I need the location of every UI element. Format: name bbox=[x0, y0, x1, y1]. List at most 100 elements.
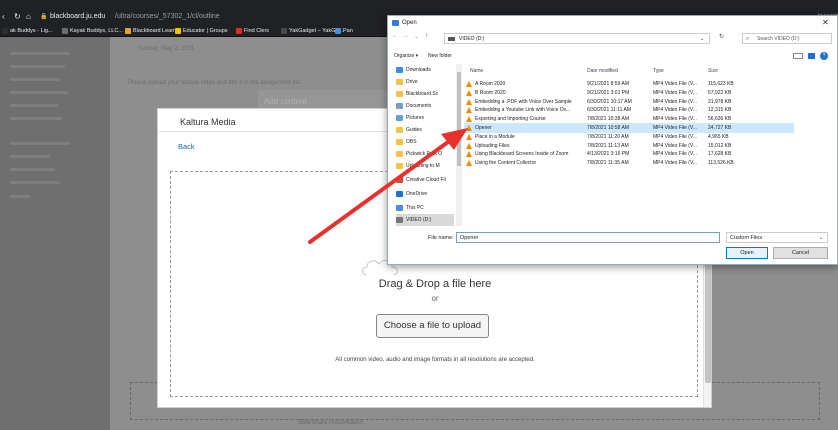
drop-title: Drag & Drop a file here bbox=[378, 278, 492, 290]
path-breadcrumb[interactable]: VIDEO (D:) ⌄ bbox=[444, 33, 710, 44]
column-header-size[interactable]: Size bbox=[708, 68, 718, 74]
search-input[interactable]: ⌕ Search VIDEO (D:) bbox=[742, 33, 832, 44]
folder-icon bbox=[396, 138, 403, 145]
file-name-label: File name: bbox=[428, 235, 454, 241]
creative-cloud-icon bbox=[396, 176, 403, 183]
bookmark-item[interactable]: Pan bbox=[335, 25, 353, 37]
vlc-file-icon bbox=[466, 116, 472, 123]
view-icon[interactable] bbox=[793, 53, 803, 59]
close-icon[interactable]: ✕ bbox=[822, 18, 829, 27]
file-type-select[interactable]: Custom Files ⌄ bbox=[726, 232, 828, 243]
file-row[interactable]: Using the Content Collector 7/8/2021 11:3… bbox=[464, 158, 794, 168]
pictures-icon bbox=[396, 114, 403, 121]
column-header-date[interactable]: Date modified bbox=[587, 68, 618, 74]
back-arrow-icon[interactable]: ← bbox=[392, 33, 398, 39]
reload-icon[interactable]: ↻ bbox=[14, 11, 21, 23]
bookmark-item[interactable]: ak Buddys - Lig... bbox=[2, 25, 53, 37]
lock-icon: 🔒 bbox=[40, 14, 48, 20]
navigation-scrollbar[interactable] bbox=[456, 64, 462, 226]
file-size: 113,526 KB bbox=[708, 160, 734, 167]
column-header-name[interactable]: Name bbox=[470, 68, 483, 74]
nav-placeholder-line bbox=[10, 195, 30, 198]
course-left-nav bbox=[0, 37, 110, 430]
bookmark-item[interactable]: YakGadget – YakGa... bbox=[281, 25, 343, 37]
bookmark-icon bbox=[236, 27, 242, 34]
drive-icon bbox=[448, 37, 455, 41]
bookmark-icon bbox=[335, 27, 341, 34]
chevron-down-icon[interactable]: ⌄ bbox=[819, 233, 823, 243]
choose-file-button[interactable]: Choose a file to upload bbox=[376, 314, 489, 338]
back-link[interactable]: Back bbox=[178, 142, 195, 151]
nav-item-creative-cloud[interactable]: Creative Cloud Fil bbox=[396, 174, 454, 186]
url-host[interactable]: blackboard.ju.edu bbox=[50, 11, 105, 23]
url-path[interactable]: /ultra/courses/_57302_1/cl/outline bbox=[115, 11, 220, 23]
search-icon: ⌕ bbox=[746, 36, 750, 42]
vlc-file-icon bbox=[466, 125, 472, 131]
folder-icon bbox=[396, 78, 403, 85]
organize-menu[interactable]: Organize ▾ bbox=[394, 53, 418, 59]
documents-icon bbox=[396, 102, 403, 109]
column-header-type[interactable]: Type bbox=[653, 68, 664, 74]
help-icon[interactable]: ? bbox=[820, 52, 828, 60]
nav-placeholder-line bbox=[10, 65, 65, 68]
nav-item-guides[interactable]: Guides bbox=[396, 124, 454, 136]
nav-item-onedrive[interactable]: OneDrive bbox=[396, 188, 454, 200]
bookmark-item[interactable]: Kayak Buddys, LLC... bbox=[62, 25, 123, 37]
nav-item-video-drive[interactable]: VIDEO (D:) bbox=[396, 214, 454, 226]
open-button[interactable]: Open bbox=[726, 247, 768, 259]
dialog-nav-bar: ← → ⌄ ↑ VIDEO (D:) ⌄ ↻ ⌕ Search VIDEO (D… bbox=[392, 33, 832, 45]
navigation-pane: Downloads Drive Blackboard Sc Documents … bbox=[392, 64, 456, 226]
preview-pane-icon[interactable] bbox=[808, 53, 815, 59]
chevron-down-icon[interactable]: ⌄ bbox=[700, 34, 704, 44]
content-date: Sunday, May 2, 2021 bbox=[138, 46, 195, 52]
onedrive-icon bbox=[396, 190, 403, 197]
file-type: MP4 Video File (V... bbox=[653, 160, 697, 167]
file-name-input[interactable]: Opener bbox=[456, 232, 720, 243]
folder-icon bbox=[396, 150, 403, 157]
recent-chevron-icon[interactable]: ⌄ bbox=[414, 33, 419, 40]
bookmark-item[interactable]: Educator | Groups bbox=[175, 25, 228, 37]
new-folder-button[interactable]: New folder bbox=[428, 53, 452, 59]
path-segment[interactable]: VIDEO (D:) bbox=[459, 36, 484, 42]
vlc-file-icon bbox=[466, 81, 472, 87]
file-list: Name Date modified Type Size A Room 2020… bbox=[464, 64, 834, 226]
drive-icon bbox=[396, 216, 403, 223]
bookmark-item[interactable]: Find Clers bbox=[236, 25, 269, 37]
folder-icon bbox=[396, 126, 403, 133]
slideshare-label: SlideShare Presentation bbox=[298, 420, 363, 426]
nav-placeholder-line bbox=[10, 91, 68, 94]
bookmark-icon bbox=[2, 27, 8, 34]
nav-item-blackboard[interactable]: Blackboard Sc bbox=[396, 88, 454, 100]
nav-item-uploading[interactable]: Uploading to M bbox=[396, 160, 454, 172]
nav-item-obs[interactable]: OBS bbox=[396, 136, 454, 148]
drop-or-text: or bbox=[431, 294, 439, 303]
folder-icon bbox=[396, 162, 403, 169]
vlc-file-icon bbox=[466, 142, 472, 149]
browser-tab-strip bbox=[0, 0, 838, 11]
forward-arrow-icon[interactable]: → bbox=[403, 33, 409, 39]
formats-note: All common video, audio and image format… bbox=[335, 357, 535, 363]
bookmark-item[interactable]: Blackboard Learn bbox=[125, 25, 176, 37]
file-type-value: Custom Files bbox=[730, 235, 763, 241]
nav-item-drive[interactable]: Drive bbox=[396, 76, 454, 88]
scrollbar-thumb[interactable] bbox=[457, 72, 461, 166]
nav-item-this-pc[interactable]: This PC bbox=[396, 202, 454, 214]
back-icon[interactable]: ‹ bbox=[2, 11, 5, 23]
file-open-dialog: Open ✕ ← → ⌄ ↑ VIDEO (D:) ⌄ ↻ ⌕ Search V… bbox=[387, 15, 838, 265]
nav-item-downloads[interactable]: Downloads bbox=[396, 64, 454, 76]
vlc-file-icon bbox=[466, 160, 472, 167]
nav-item-pictures[interactable]: Pictures bbox=[396, 112, 454, 124]
up-arrow-icon[interactable]: ↑ bbox=[425, 33, 428, 39]
file-name: Using the Content Collector bbox=[475, 160, 537, 167]
home-icon[interactable]: ⌂ bbox=[26, 11, 31, 23]
modal-title: Kaltura Media bbox=[180, 117, 236, 127]
content-paragraph: Please upload your lecture video and tit… bbox=[128, 80, 302, 86]
cancel-button[interactable]: Cancel bbox=[773, 247, 828, 259]
refresh-icon[interactable]: ↻ bbox=[719, 33, 724, 40]
pc-icon bbox=[396, 204, 403, 211]
nav-item-documents[interactable]: Documents bbox=[396, 100, 454, 112]
dialog-title: Open bbox=[402, 20, 417, 26]
vlc-file-icon bbox=[466, 98, 472, 105]
nav-item-pickwick[interactable]: Pickwick Park O bbox=[396, 148, 454, 160]
vlc-file-icon bbox=[466, 107, 472, 114]
